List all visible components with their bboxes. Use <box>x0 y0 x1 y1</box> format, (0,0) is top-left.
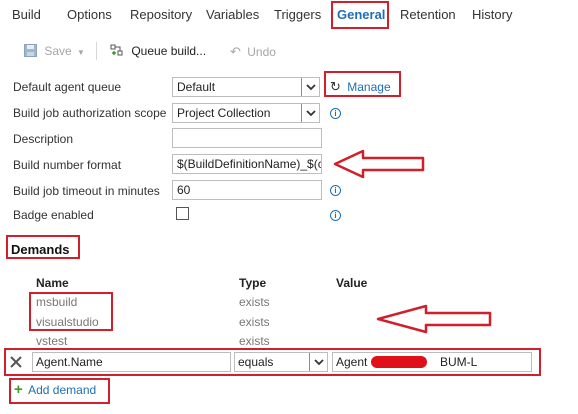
table-row-type: exists <box>239 334 270 348</box>
tab-triggers[interactable]: Triggers <box>274 7 321 22</box>
table-row-type: exists <box>239 295 270 309</box>
demand-value-prefix: Agent <box>336 355 368 369</box>
tab-history[interactable]: History <box>472 7 512 22</box>
scope-dropdown-button[interactable] <box>301 104 319 122</box>
scope-label: Build job authorization scope <box>13 106 167 120</box>
save-icon <box>24 44 37 57</box>
scope-value: Project Collection <box>177 106 271 120</box>
timeout-input[interactable]: 60 <box>172 180 322 200</box>
queue-dropdown-button[interactable] <box>301 78 319 96</box>
manage-label: Manage <box>347 80 391 94</box>
table-row-type: exists <box>239 315 270 329</box>
add-demand-button[interactable]: + Add demand <box>14 381 96 398</box>
redaction-mark <box>371 356 427 368</box>
chevron-down-icon <box>306 110 316 117</box>
chevron-down-icon <box>314 359 324 366</box>
tab-options[interactable]: Options <box>67 7 112 22</box>
info-icon[interactable]: i <box>330 185 341 196</box>
toolbar-divider <box>96 42 97 60</box>
toolbar: Save ▼ Queue build... ↶ Undo <box>0 38 578 64</box>
tab-repository[interactable]: Repository <box>130 7 192 22</box>
demand-name-input[interactable]: Agent.Name <box>32 352 231 372</box>
table-row-name[interactable]: visualstudio <box>36 315 99 329</box>
demand-edit-row: Agent.Name equals Agent BUM-L <box>6 350 540 374</box>
badge-checkbox[interactable] <box>176 207 189 220</box>
table-row-name[interactable]: msbuild <box>36 295 77 309</box>
undo-label: Undo <box>247 45 276 59</box>
general-tab-highlight <box>331 1 389 29</box>
save-button[interactable]: Save ▼ <box>24 44 85 58</box>
manage-link[interactable]: ↻ Manage <box>330 79 391 95</box>
plus-icon: + <box>14 381 23 398</box>
tab-bar: Build Options Repository Variables Trigg… <box>0 0 578 30</box>
queue-build-button[interactable]: Queue build... <box>110 44 206 58</box>
tab-retention[interactable]: Retention <box>400 7 456 22</box>
undo-button[interactable]: ↶ Undo <box>230 44 276 60</box>
timeout-label: Build job timeout in minutes <box>13 184 160 198</box>
queue-label: Default agent queue <box>13 80 122 94</box>
refresh-icon: ↻ <box>330 79 341 94</box>
badge-label: Badge enabled <box>13 208 94 222</box>
tab-variables[interactable]: Variables <box>206 7 259 22</box>
queue-select[interactable]: Default <box>172 77 320 97</box>
type-column-header: Type <box>239 276 267 290</box>
number-format-label: Build number format <box>13 158 122 172</box>
delete-icon[interactable] <box>10 356 22 368</box>
demand-value-input[interactable]: Agent BUM-L <box>332 352 532 372</box>
demand-type-value: equals <box>238 355 274 369</box>
left-arrow-icon <box>333 149 425 179</box>
timeout-value: 60 <box>177 183 191 197</box>
demands-title: Demands <box>11 242 70 257</box>
description-label: Description <box>13 132 74 146</box>
name-column-header: Name <box>36 276 69 290</box>
chevron-down-icon <box>306 84 316 91</box>
type-dropdown-button[interactable] <box>309 353 327 371</box>
info-icon[interactable]: i <box>330 108 341 119</box>
queue-build-label: Queue build... <box>131 44 207 58</box>
add-demand-label: Add demand <box>28 383 97 397</box>
number-format-value: $(BuildDefinitionName)_$(c <box>177 157 322 171</box>
queue-value: Default <box>177 80 216 94</box>
demand-type-select[interactable]: equals <box>234 352 328 372</box>
value-column-header: Value <box>336 276 368 290</box>
queue-build-icon <box>110 44 123 56</box>
number-format-input[interactable]: $(BuildDefinitionName)_$(c <box>172 154 322 174</box>
table-row-name[interactable]: vstest <box>36 334 67 348</box>
description-input[interactable] <box>172 128 322 148</box>
left-arrow-icon <box>376 304 492 334</box>
undo-icon: ↶ <box>230 44 241 59</box>
demand-value-suffix: BUM-L <box>440 355 478 369</box>
tab-build[interactable]: Build <box>12 7 41 22</box>
demand-name-value: Agent.Name <box>36 355 103 369</box>
save-label: Save <box>44 44 72 58</box>
info-icon[interactable]: i <box>330 210 341 221</box>
chevron-down-icon: ▼ <box>77 48 85 57</box>
scope-select[interactable]: Project Collection <box>172 103 320 123</box>
